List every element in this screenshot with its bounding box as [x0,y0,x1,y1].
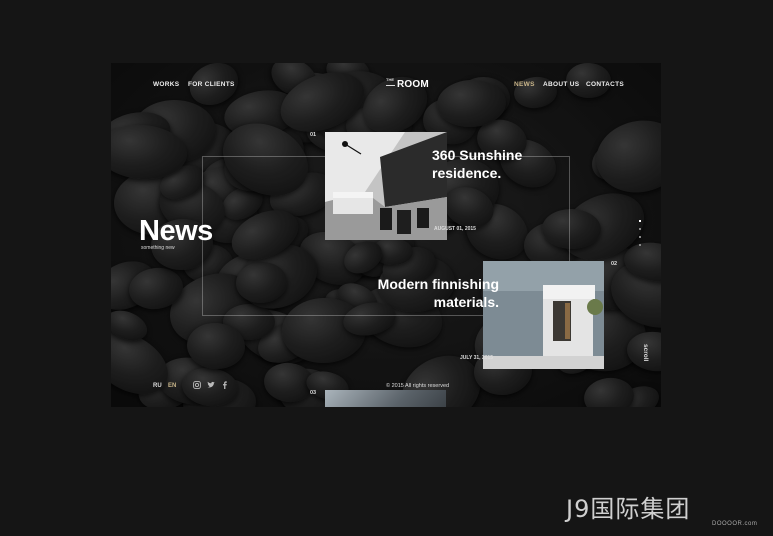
post-title-1-line2: residence. [432,164,502,181]
nav-for-clients[interactable]: FOR CLIENTS [188,81,235,88]
facebook-icon[interactable] [221,381,229,389]
post-title-2-line2: materials. [433,293,499,310]
scroll-label[interactable]: scroll [635,344,649,368]
post-title-2[interactable]: Modern finnishing materials. [351,276,499,311]
site-frame: WORKS FOR CLIENTS NEWS ABOUT US CONTACTS… [111,63,661,407]
scroll-dot[interactable] [639,228,641,230]
logo-the: THE [386,77,394,82]
exterior-photo [483,261,604,369]
post-title-2-line1: Modern finnishing [377,276,499,292]
interior-photo [325,132,447,240]
nav-works[interactable]: WORKS [153,81,179,88]
watermark: J9国际集团 [566,495,691,523]
logo-room: ROOM [397,79,429,90]
twitter-icon[interactable] [207,381,215,389]
post-title-1[interactable]: 360 Sunshine residence. [432,147,562,182]
post-number-3: 03 [310,390,317,396]
scroll-dot[interactable] [639,244,641,246]
page-subtitle: something new [141,245,175,251]
lang-en[interactable]: EN [168,383,176,389]
scroll-dot[interactable] [639,236,641,238]
scroll-dot[interactable] [639,220,641,222]
page-title: News [139,215,213,247]
post-number-2: 02 [611,261,618,267]
copyright: © 2015 All rights reserved [386,383,450,389]
instagram-icon[interactable] [193,381,201,389]
post-image-3[interactable] [325,390,446,407]
nav-about-us[interactable]: ABOUT US [543,81,579,88]
post-date-2: JULY 31, 2015 [460,355,494,361]
post-image-2[interactable] [483,261,604,369]
post-date-1: AUGUST 01, 2015 [434,226,476,232]
post-title-1-line1: 360 Sunshine [432,147,523,163]
nav-news[interactable]: NEWS [514,81,535,88]
nav-contacts[interactable]: CONTACTS [586,81,624,88]
logo-bar [386,85,395,87]
watermark-sub: DOOOOR.com [712,521,758,527]
lang-ru[interactable]: RU [153,383,162,389]
post-number-1: 01 [310,132,317,138]
post-image-1[interactable] [325,132,447,240]
